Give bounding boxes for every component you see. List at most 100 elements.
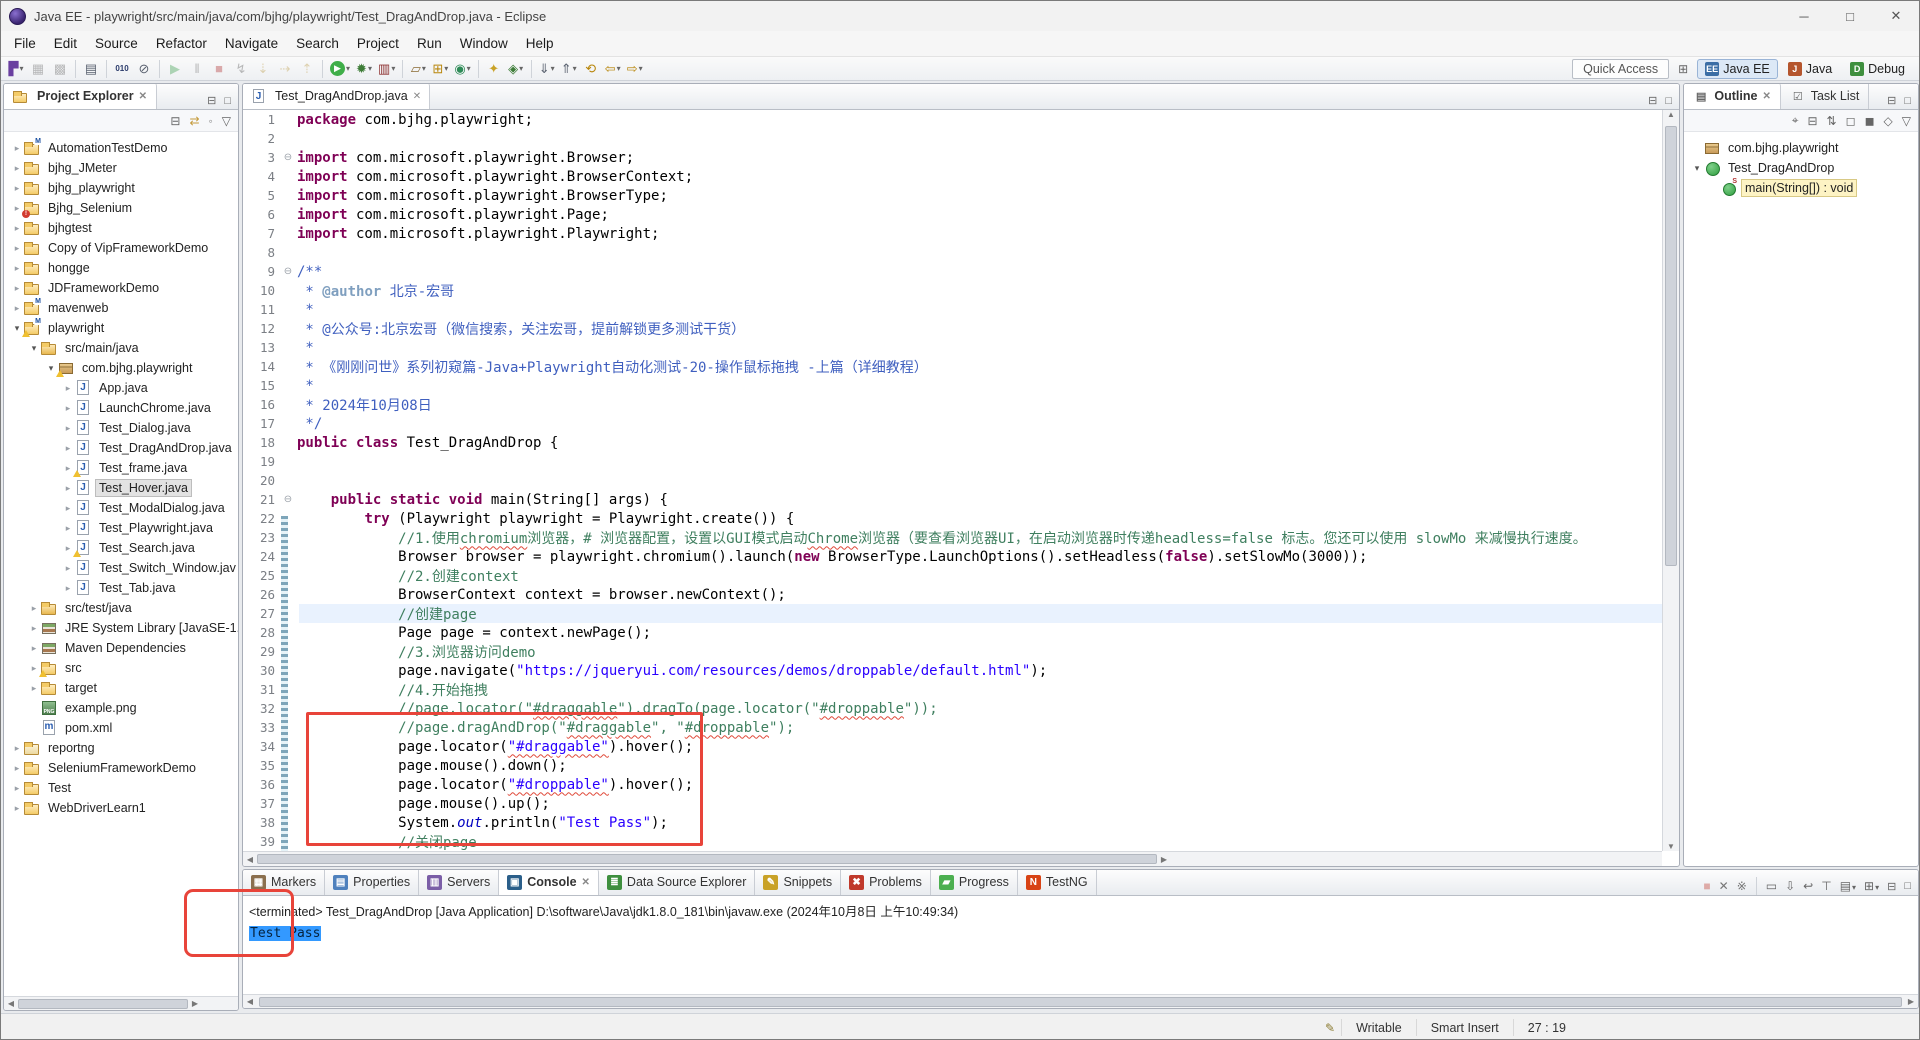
tree-item-test-tab-java[interactable]: ▸Test_Tab.java [4, 578, 238, 598]
expand-arrow-icon[interactable]: ▸ [10, 263, 24, 274]
tree-item-copy-of-vipframeworkdemo[interactable]: ▸Copy of VipFrameworkDemo [4, 238, 238, 258]
tree-item-webdriverlearn1[interactable]: ▸WebDriverLearn1 [4, 798, 238, 818]
code-line-7[interactable]: 7import com.microsoft.playwright.Playwri… [243, 224, 1662, 243]
code-line-26[interactable]: 26 BrowserContext context = browser.newC… [243, 585, 1662, 604]
tab-task-list[interactable]: ☑Task List [1781, 83, 1870, 109]
tree-item-app-java[interactable]: ▸App.java [4, 378, 238, 398]
tree-item-example-png[interactable]: example.png [4, 698, 238, 718]
quick-access-button[interactable]: Quick Access [1572, 59, 1669, 79]
next-annotation-button[interactable]: ⇓▾ [537, 59, 557, 79]
code-line-36[interactable]: 36 page.locator("#droppable").hover(); [243, 775, 1662, 794]
tree-item-jre-system-library-javase-1-[interactable]: ▸JRE System Library [JavaSE-1. [4, 618, 238, 638]
code-line-16[interactable]: 16 * 2024年10月08日 [243, 395, 1662, 414]
tree-item-com-bjhg-playwright[interactable]: ▾com.bjhg.playwright [4, 358, 238, 378]
run-button[interactable]: ▶▾ [328, 59, 352, 79]
scroll-lock-icon[interactable]: ⇩ [1782, 878, 1798, 894]
tree-item-test-modaldialog-java[interactable]: ▸Test_ModalDialog.java [4, 498, 238, 518]
code-line-2[interactable]: 2 [243, 129, 1662, 148]
expand-arrow-icon[interactable]: ▸ [27, 603, 41, 614]
tree-item-launchchrome-java[interactable]: ▸LaunchChrome.java [4, 398, 238, 418]
expand-arrow-icon[interactable]: ▸ [27, 623, 41, 634]
code-line-25[interactable]: 25 //2.创建context [243, 566, 1662, 585]
explorer-hscrollbar[interactable]: ◀ ▶ [4, 996, 238, 1010]
print-button[interactable]: ▤ [81, 59, 101, 79]
expand-arrow-icon[interactable]: ▸ [61, 483, 75, 494]
tree-item-main-string-void[interactable]: main(String[]) : void [1684, 178, 1918, 198]
code-line-27[interactable]: 27 //创建page [243, 604, 1662, 623]
expand-arrow-icon[interactable]: ▸ [10, 743, 24, 754]
tab-test-draganddrop-java[interactable]: Test_DragAndDrop.java ✕ [243, 83, 430, 109]
step-into-button[interactable]: ⇣ [253, 59, 273, 79]
expand-arrow-icon[interactable]: ▸ [10, 183, 24, 194]
hide-fields-icon[interactable]: ◻ [1843, 113, 1859, 129]
code-line-13[interactable]: 13 * [243, 338, 1662, 357]
pause-button[interactable]: ‖ [187, 59, 207, 79]
tree-item-test[interactable]: ▸Test [4, 778, 238, 798]
new-java-project-button[interactable]: ▱▾ [408, 59, 428, 79]
code-line-4[interactable]: 4import com.microsoft.playwright.Browser… [243, 167, 1662, 186]
code-line-35[interactable]: 35 page.mouse().down(); [243, 756, 1662, 775]
code-line-1[interactable]: 1package com.bjhg.playwright; [243, 110, 1662, 129]
expand-arrow-icon[interactable]: ▸ [10, 303, 24, 314]
expand-arrow-icon[interactable]: ▸ [61, 583, 75, 594]
collapse-arrow-icon[interactable]: ▾ [1690, 163, 1704, 174]
skip-all-breakpoints-button[interactable]: ⊘ [134, 59, 154, 79]
code-line-3[interactable]: 3⊖import com.microsoft.playwright.Browse… [243, 148, 1662, 167]
pin-console-icon[interactable]: ⊤ [1818, 878, 1834, 894]
expand-arrow-icon[interactable]: ▸ [10, 223, 24, 234]
tree-item-test-draganddrop-java[interactable]: ▸Test_DragAndDrop.java [4, 438, 238, 458]
tab-data-source-explorer[interactable]: ≣Data Source Explorer [599, 869, 756, 895]
tree-item-com-bjhg-playwright[interactable]: com.bjhg.playwright [1684, 138, 1918, 158]
collapse-all-icon[interactable]: ⊟ [167, 113, 183, 129]
open-perspective-icon[interactable]: ⊞ [1675, 61, 1691, 77]
expand-arrow-icon[interactable]: ▸ [27, 643, 41, 654]
debug-button[interactable]: ✹▾ [354, 59, 374, 79]
scroll-right-icon[interactable]: ▶ [188, 999, 202, 1008]
code-line-33[interactable]: 33 //page.dragAndDrop("#draggable", "#dr… [243, 718, 1662, 737]
forward-button[interactable]: ⇨▾ [625, 59, 645, 79]
scroll-left-icon[interactable]: ◀ [4, 999, 18, 1008]
scroll-left-icon[interactable]: ◀ [243, 855, 257, 864]
code-line-23[interactable]: 23 //1.使用chromium浏览器，# 浏览器配置，设置以GUI模式启动C… [243, 528, 1662, 547]
new-class-button[interactable]: ◉▾ [452, 59, 472, 79]
expand-arrow-icon[interactable]: ▸ [10, 783, 24, 794]
clear-console-icon[interactable]: ▭ [1763, 878, 1780, 894]
menu-run[interactable]: Run [408, 32, 451, 55]
code-line-9[interactable]: 9⊖/** [243, 262, 1662, 281]
close-icon[interactable]: ✕ [413, 91, 421, 102]
resume-button[interactable]: ▶ [165, 59, 185, 79]
step-over-button[interactable]: ⇢ [275, 59, 295, 79]
scroll-down-icon[interactable]: ▼ [1663, 842, 1679, 851]
expand-arrow-icon[interactable]: ▸ [10, 283, 24, 294]
coverage-button[interactable]: ▥▾ [376, 59, 397, 79]
view-menu-icon[interactable]: ▽ [219, 113, 234, 129]
code-line-38[interactable]: 38 System.out.println("Test Pass"); [243, 813, 1662, 832]
tree-item-bjhg-jmeter[interactable]: ▸bjhg_JMeter [4, 158, 238, 178]
code-line-19[interactable]: 19 [243, 452, 1662, 471]
last-edit-location-button[interactable]: ⟲ [581, 59, 601, 79]
minimize-icon[interactable]: ⊟ [1884, 92, 1899, 109]
tree-item-test-dialog-java[interactable]: ▸Test_Dialog.java [4, 418, 238, 438]
minimize-icon[interactable]: ⊟ [1645, 92, 1660, 109]
perspective-debug[interactable]: DDebug [1842, 59, 1913, 79]
binary-literals-button[interactable]: 010 [112, 59, 132, 79]
code-line-22[interactable]: 22 try (Playwright playwright = Playwrig… [243, 509, 1662, 528]
close-icon[interactable]: ✕ [582, 877, 590, 888]
code-line-8[interactable]: 8 [243, 243, 1662, 262]
expand-arrow-icon[interactable]: ▸ [10, 163, 24, 174]
expand-arrow-icon[interactable]: ▸ [27, 683, 41, 694]
menu-refactor[interactable]: Refactor [147, 32, 216, 55]
menu-file[interactable]: File [5, 32, 45, 55]
collapse-all-icon[interactable]: ⊟ [1804, 113, 1820, 129]
tab-progress[interactable]: ▰Progress [931, 869, 1018, 895]
minimize-icon[interactable]: ⊟ [204, 92, 219, 109]
code-line-37[interactable]: 37 page.mouse().up(); [243, 794, 1662, 813]
focus-icon[interactable]: ◦ [206, 113, 216, 129]
tree-item-src[interactable]: ▸src [4, 658, 238, 678]
minimize-button[interactable]: ─ [1781, 1, 1827, 31]
expand-arrow-icon[interactable]: ▸ [61, 563, 75, 574]
menu-source[interactable]: Source [86, 32, 147, 55]
tree-item-bjhg-playwright[interactable]: ▸bjhg_playwright [4, 178, 238, 198]
code-line-11[interactable]: 11 * [243, 300, 1662, 319]
tree-item-test-draganddrop[interactable]: ▾Test_DragAndDrop [1684, 158, 1918, 178]
